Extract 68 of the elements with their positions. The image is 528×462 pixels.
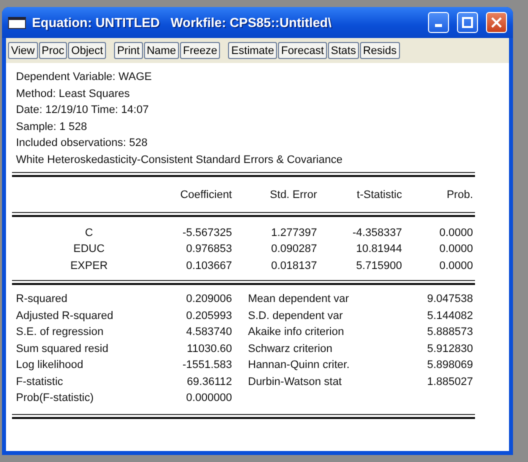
window-icon [8, 16, 26, 28]
table-cell-text: 0.090287 [270, 242, 317, 257]
statistic-label: Mean dependent var [247, 292, 350, 307]
statistic-label: Prob(F-statistic) [15, 391, 95, 406]
statistic-value: 1.885027 [426, 374, 473, 390]
table-cell-text: 0.018137 [270, 258, 317, 274]
minimize-button[interactable] [428, 12, 449, 33]
toolbar-button[interactable]: Estimate [228, 42, 278, 59]
header-line: Date: 12/19/10 Time: 14:07 [15, 103, 150, 118]
statistic-label: Schwarz criterion [247, 342, 334, 356]
toolbar-button[interactable]: Print [114, 42, 143, 59]
variable-name: C [84, 226, 94, 240]
table-cell-text: -5.567325 [181, 226, 232, 240]
toolbar-button[interactable]: Stats [328, 42, 359, 59]
header-line: Method: Least Squares [15, 86, 131, 102]
table-cell-text: 0.0000 [438, 242, 473, 257]
toolbar-button[interactable]: Freeze [180, 42, 220, 59]
header-line: White Heteroskedasticity-Consistent Standard Errors & Covariance [15, 152, 344, 168]
statistic-label: S.E. of regression [15, 325, 104, 340]
close-button[interactable] [486, 12, 507, 33]
statistic-label: Hannan-Quinn criter. [247, 358, 350, 373]
statistic-value: 5.888573 [426, 325, 473, 340]
table-cell-text: 0.0000 [438, 226, 473, 240]
toolbar-button[interactable]: Resids [360, 42, 400, 59]
header-line: Dependent Variable: WAGE [15, 70, 153, 85]
statistic-value: 0.000000 [185, 391, 232, 406]
statistic-value: 5.898069 [426, 358, 473, 373]
maximize-icon [462, 17, 473, 28]
table-cell-text: 0.0000 [438, 258, 473, 274]
table-cell-text: -4.358337 [351, 226, 402, 240]
toolbar-button[interactable]: Name [144, 42, 180, 59]
statistic-value: 4.583740 [185, 325, 232, 340]
statistic-value: 11030.60 [186, 342, 232, 356]
statistic-label: F-statistic [15, 374, 64, 390]
table-cell-text: 1.277397 [270, 226, 317, 240]
column-header: Std. Error [268, 188, 317, 203]
table-cell-text: 10.81944 [355, 242, 402, 257]
toolbar-button[interactable]: Proc [38, 42, 68, 59]
statistic-label: R-squared [15, 292, 68, 307]
toolbar-button[interactable]: Forecast [278, 42, 327, 59]
column-header: Coefficient [179, 188, 232, 203]
statistic-label: Adjusted R-squared [15, 308, 114, 324]
table-cell-text: 0.103667 [185, 258, 232, 274]
statistic-value: 9.047538 [426, 292, 473, 307]
window-title: Equation: UNTITLED Workfile: CPS85::Untitled\ [32, 15, 332, 30]
header-line: Sample: 1 528 [15, 120, 88, 134]
statistic-value: 5.912830 [426, 342, 473, 356]
statistic-label: Sum squared resid [15, 342, 110, 356]
toolbar-button[interactable]: View [8, 42, 38, 59]
header-line: Included observations: 528 [15, 136, 148, 151]
column-header: t-Statistic [356, 188, 402, 203]
statistic-label: Akaike info criterion [247, 325, 345, 340]
statistic-value: 0.205993 [185, 308, 232, 324]
variable-name: EXPER [69, 258, 109, 274]
table-cell-text: 5.715900 [355, 258, 402, 274]
toolbar-button[interactable]: Object [68, 42, 106, 59]
statistic-value: 5.144082 [426, 308, 473, 324]
variable-name: EDUC [72, 242, 106, 257]
table-cell-text: 0.976853 [185, 242, 232, 257]
column-header: Prob. [446, 188, 473, 203]
statistic-value: 0.209006 [185, 292, 232, 307]
statistic-label: Log likelihood [15, 358, 84, 373]
maximize-button[interactable] [457, 12, 478, 33]
close-icon [491, 17, 502, 28]
statistic-label: Durbin-Watson stat [247, 374, 343, 390]
statistic-value: -1551.583 [181, 358, 232, 373]
statistic-value: 69.36112 [186, 374, 232, 390]
statistic-label: S.D. dependent var [247, 308, 344, 324]
